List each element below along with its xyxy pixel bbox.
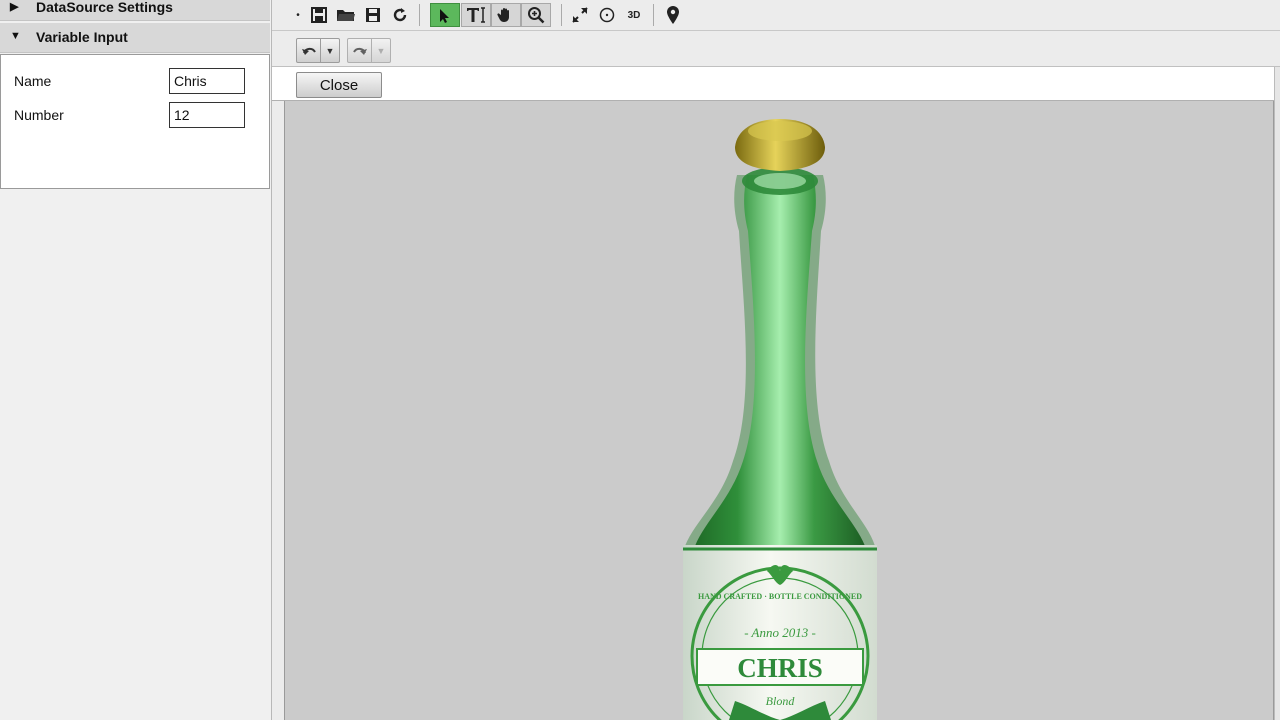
datasource-settings-label: DataSource Settings bbox=[36, 0, 173, 15]
label-anno: - Anno 2013 - bbox=[744, 625, 816, 640]
history-toolbar: ▼ ▼ bbox=[272, 31, 1280, 67]
open-folder-icon[interactable] bbox=[335, 3, 357, 27]
select-arrow-icon[interactable] bbox=[430, 3, 460, 27]
save-as-icon[interactable] bbox=[362, 3, 384, 27]
number-label: Number bbox=[14, 107, 64, 123]
main-area: • 3D ▼ ▼ Close HAND CRAFTED · BOTTLE CON… bbox=[272, 0, 1280, 720]
location-pin-icon[interactable] bbox=[663, 3, 683, 27]
pan-hand-icon[interactable] bbox=[491, 3, 521, 27]
name-field[interactable] bbox=[169, 68, 245, 94]
refresh-icon[interactable] bbox=[389, 3, 411, 27]
left-panel: ▶ DataSource Settings ▼ Variable Input N… bbox=[0, 0, 272, 720]
zoom-icon[interactable] bbox=[521, 3, 551, 27]
3d-viewport[interactable]: HAND CRAFTED · BOTTLE CONDITIONED - Anno… bbox=[284, 101, 1274, 720]
name-label: Name bbox=[14, 73, 52, 89]
save-icon[interactable] bbox=[308, 3, 330, 27]
datasource-settings-header[interactable]: ▶ DataSource Settings bbox=[0, 0, 270, 21]
circle-icon[interactable] bbox=[596, 3, 618, 27]
toolbar-divider bbox=[419, 4, 420, 26]
text-tool-icon[interactable] bbox=[461, 3, 491, 27]
3d-icon[interactable]: 3D bbox=[622, 3, 646, 27]
expand-arrow-icon[interactable]: ▶ bbox=[10, 0, 18, 13]
undo-dropdown-icon[interactable]: ▼ bbox=[321, 46, 339, 56]
redo-icon[interactable] bbox=[348, 39, 372, 62]
undo-icon[interactable] bbox=[297, 39, 321, 62]
collapse-arrow-icon[interactable]: ▼ bbox=[10, 30, 21, 42]
label-style: Blond bbox=[766, 694, 796, 708]
close-bar: Close bbox=[272, 67, 1280, 101]
variable-input-label: Variable Input bbox=[36, 29, 128, 45]
redo-group: ▼ bbox=[347, 38, 391, 63]
vertical-scrollbar[interactable] bbox=[1274, 67, 1280, 720]
dot-icon[interactable]: • bbox=[294, 3, 302, 27]
main-toolbar: • 3D bbox=[272, 0, 1280, 31]
close-button[interactable]: Close bbox=[296, 72, 382, 98]
label-ring-text: HAND CRAFTED · BOTTLE CONDITIONED bbox=[698, 592, 862, 601]
redo-dropdown-icon[interactable]: ▼ bbox=[372, 46, 390, 56]
bottle-render: HAND CRAFTED · BOTTLE CONDITIONED - Anno… bbox=[683, 119, 877, 720]
number-field[interactable] bbox=[169, 102, 245, 128]
label-name: CHRIS bbox=[737, 653, 823, 683]
fit-view-icon[interactable] bbox=[569, 3, 591, 27]
variable-input-header[interactable]: ▼ Variable Input bbox=[0, 23, 270, 53]
undo-group: ▼ bbox=[296, 38, 340, 63]
toolbar-divider bbox=[561, 4, 562, 26]
variable-input-panel: Name Number bbox=[0, 54, 270, 189]
toolbar-divider bbox=[653, 4, 654, 26]
